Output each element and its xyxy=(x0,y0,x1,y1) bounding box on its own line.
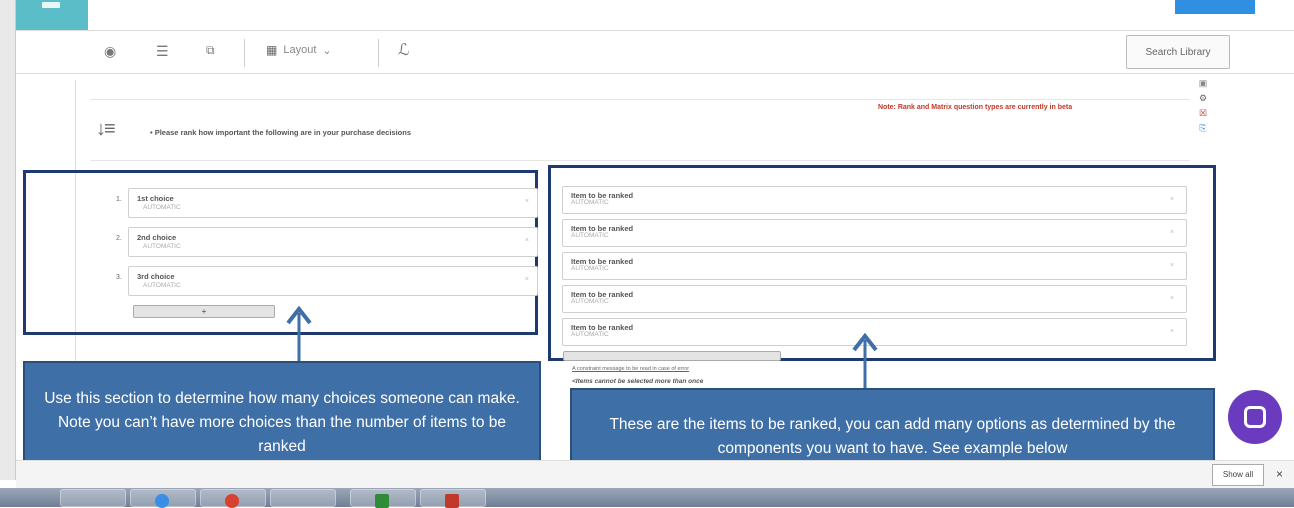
choice-sublabel: AUTOMATIC xyxy=(143,282,181,289)
choice-field[interactable]: 1st choice AUTOMATIC × xyxy=(128,188,538,218)
divider xyxy=(90,99,1190,100)
taskbar xyxy=(0,488,1294,508)
choice-label: 3rd choice xyxy=(137,272,175,281)
image-icon[interactable]: ▣ xyxy=(1199,78,1208,89)
arrow-up-icon xyxy=(852,332,878,390)
close-icon[interactable]: × xyxy=(1170,328,1174,335)
item-sublabel: AUTOMATIC xyxy=(571,331,609,338)
taskbar-item[interactable] xyxy=(130,489,196,508)
toolbar-divider xyxy=(244,39,245,67)
grid-icon: ▦ xyxy=(266,43,278,57)
taskbar-item[interactable] xyxy=(420,489,486,508)
toolbar: ◉ ☰ ⧉ ▦ Layout ⌄ ℒ Search Library xyxy=(16,30,1294,74)
beta-note: Note: Rank and Matrix question types are… xyxy=(878,104,1073,111)
choice-label: 2nd choice xyxy=(137,233,177,242)
item-sublabel: AUTOMATIC xyxy=(571,232,609,239)
close-icon[interactable]: × xyxy=(1170,295,1174,302)
show-all-button[interactable]: Show all xyxy=(1212,464,1264,486)
copy-icon[interactable]: ⧉ xyxy=(206,43,215,58)
add-choice-button[interactable]: + xyxy=(133,305,275,318)
question-side-actions: ▣ ⚙ ☒ ⎘ xyxy=(1196,78,1210,134)
copy-side-icon[interactable]: ⎘ xyxy=(1199,123,1206,134)
items-callout-text: These are the items to be ranked, you ca… xyxy=(609,415,1176,457)
taskbar-item[interactable] xyxy=(200,489,266,508)
top-action-button[interactable] xyxy=(1175,0,1255,14)
rank-icon: ↓≡ xyxy=(96,118,116,140)
constraint-label: A constraint message to be read in case … xyxy=(572,366,690,372)
close-icon[interactable]: × xyxy=(525,198,529,205)
menu-tab[interactable] xyxy=(16,0,88,30)
choices-callout-text: Use this section to determine how many c… xyxy=(44,390,520,455)
toolbar-divider xyxy=(378,39,379,67)
divider xyxy=(90,160,1190,161)
chat-icon xyxy=(1244,406,1266,428)
choice-sublabel: AUTOMATIC xyxy=(143,243,181,250)
choice-number: 2. xyxy=(116,235,122,242)
layout-label: Layout xyxy=(283,44,317,56)
layout-dropdown[interactable]: ▦ Layout ⌄ xyxy=(266,43,332,57)
excel-icon xyxy=(375,494,389,508)
close-icon[interactable]: × xyxy=(1170,196,1174,203)
chevron-down-icon: ⌄ xyxy=(322,44,332,57)
chrome-icon xyxy=(225,494,239,508)
taskbar-item[interactable] xyxy=(350,489,416,508)
left-gutter xyxy=(0,0,16,480)
editor-window: ◉ ☰ ⧉ ▦ Layout ⌄ ℒ Search Library ▣ ⚙ ☒ … xyxy=(0,0,1294,508)
menu-icon xyxy=(42,2,60,8)
eye-icon[interactable]: ◉ xyxy=(104,43,116,60)
taskbar-item[interactable] xyxy=(270,489,336,507)
close-icon[interactable]: × xyxy=(525,276,529,283)
choice-field[interactable]: 2nd choice AUTOMATIC × xyxy=(128,227,538,257)
trash-icon[interactable]: ☒ xyxy=(1199,108,1207,119)
close-icon[interactable]: × xyxy=(525,237,529,244)
close-icon[interactable]: × xyxy=(1276,467,1283,481)
choice-field[interactable]: 3rd choice AUTOMATIC × xyxy=(128,266,538,296)
list-icon[interactable]: ☰ xyxy=(156,43,169,60)
rank-item-field[interactable]: Item to be ranked AUTOMATIC × xyxy=(562,285,1187,313)
choice-number: 1. xyxy=(116,196,122,203)
choice-sublabel: AUTOMATIC xyxy=(143,204,181,211)
pdf-icon xyxy=(445,494,459,508)
item-sublabel: AUTOMATIC xyxy=(571,199,609,206)
logic-icon[interactable]: ℒ xyxy=(398,40,410,60)
rank-item-field[interactable]: Item to be ranked AUTOMATIC × xyxy=(562,186,1187,214)
close-icon[interactable]: × xyxy=(1170,262,1174,269)
rank-item-field[interactable]: Item to be ranked AUTOMATIC × xyxy=(562,252,1187,280)
taskbar-item[interactable] xyxy=(60,489,126,507)
browser-icon xyxy=(155,494,169,508)
download-bar xyxy=(16,460,1294,488)
item-sublabel: AUTOMATIC xyxy=(571,265,609,272)
question-text[interactable]: • Please rank how important the followin… xyxy=(150,128,411,137)
arrow-up-icon xyxy=(286,305,312,361)
gear-icon[interactable]: ⚙ xyxy=(1199,93,1207,104)
choice-number: 3. xyxy=(116,274,122,281)
close-icon[interactable]: × xyxy=(1170,229,1174,236)
rank-item-field[interactable]: Item to be ranked AUTOMATIC × xyxy=(562,219,1187,247)
constraint-message[interactable]: <Items cannot be selected more than once xyxy=(572,378,703,385)
item-sublabel: AUTOMATIC xyxy=(571,298,609,305)
search-library-button[interactable]: Search Library xyxy=(1126,35,1230,69)
chat-button[interactable] xyxy=(1228,390,1282,444)
add-item-button[interactable] xyxy=(563,351,781,361)
choice-label: 1st choice xyxy=(137,194,174,203)
